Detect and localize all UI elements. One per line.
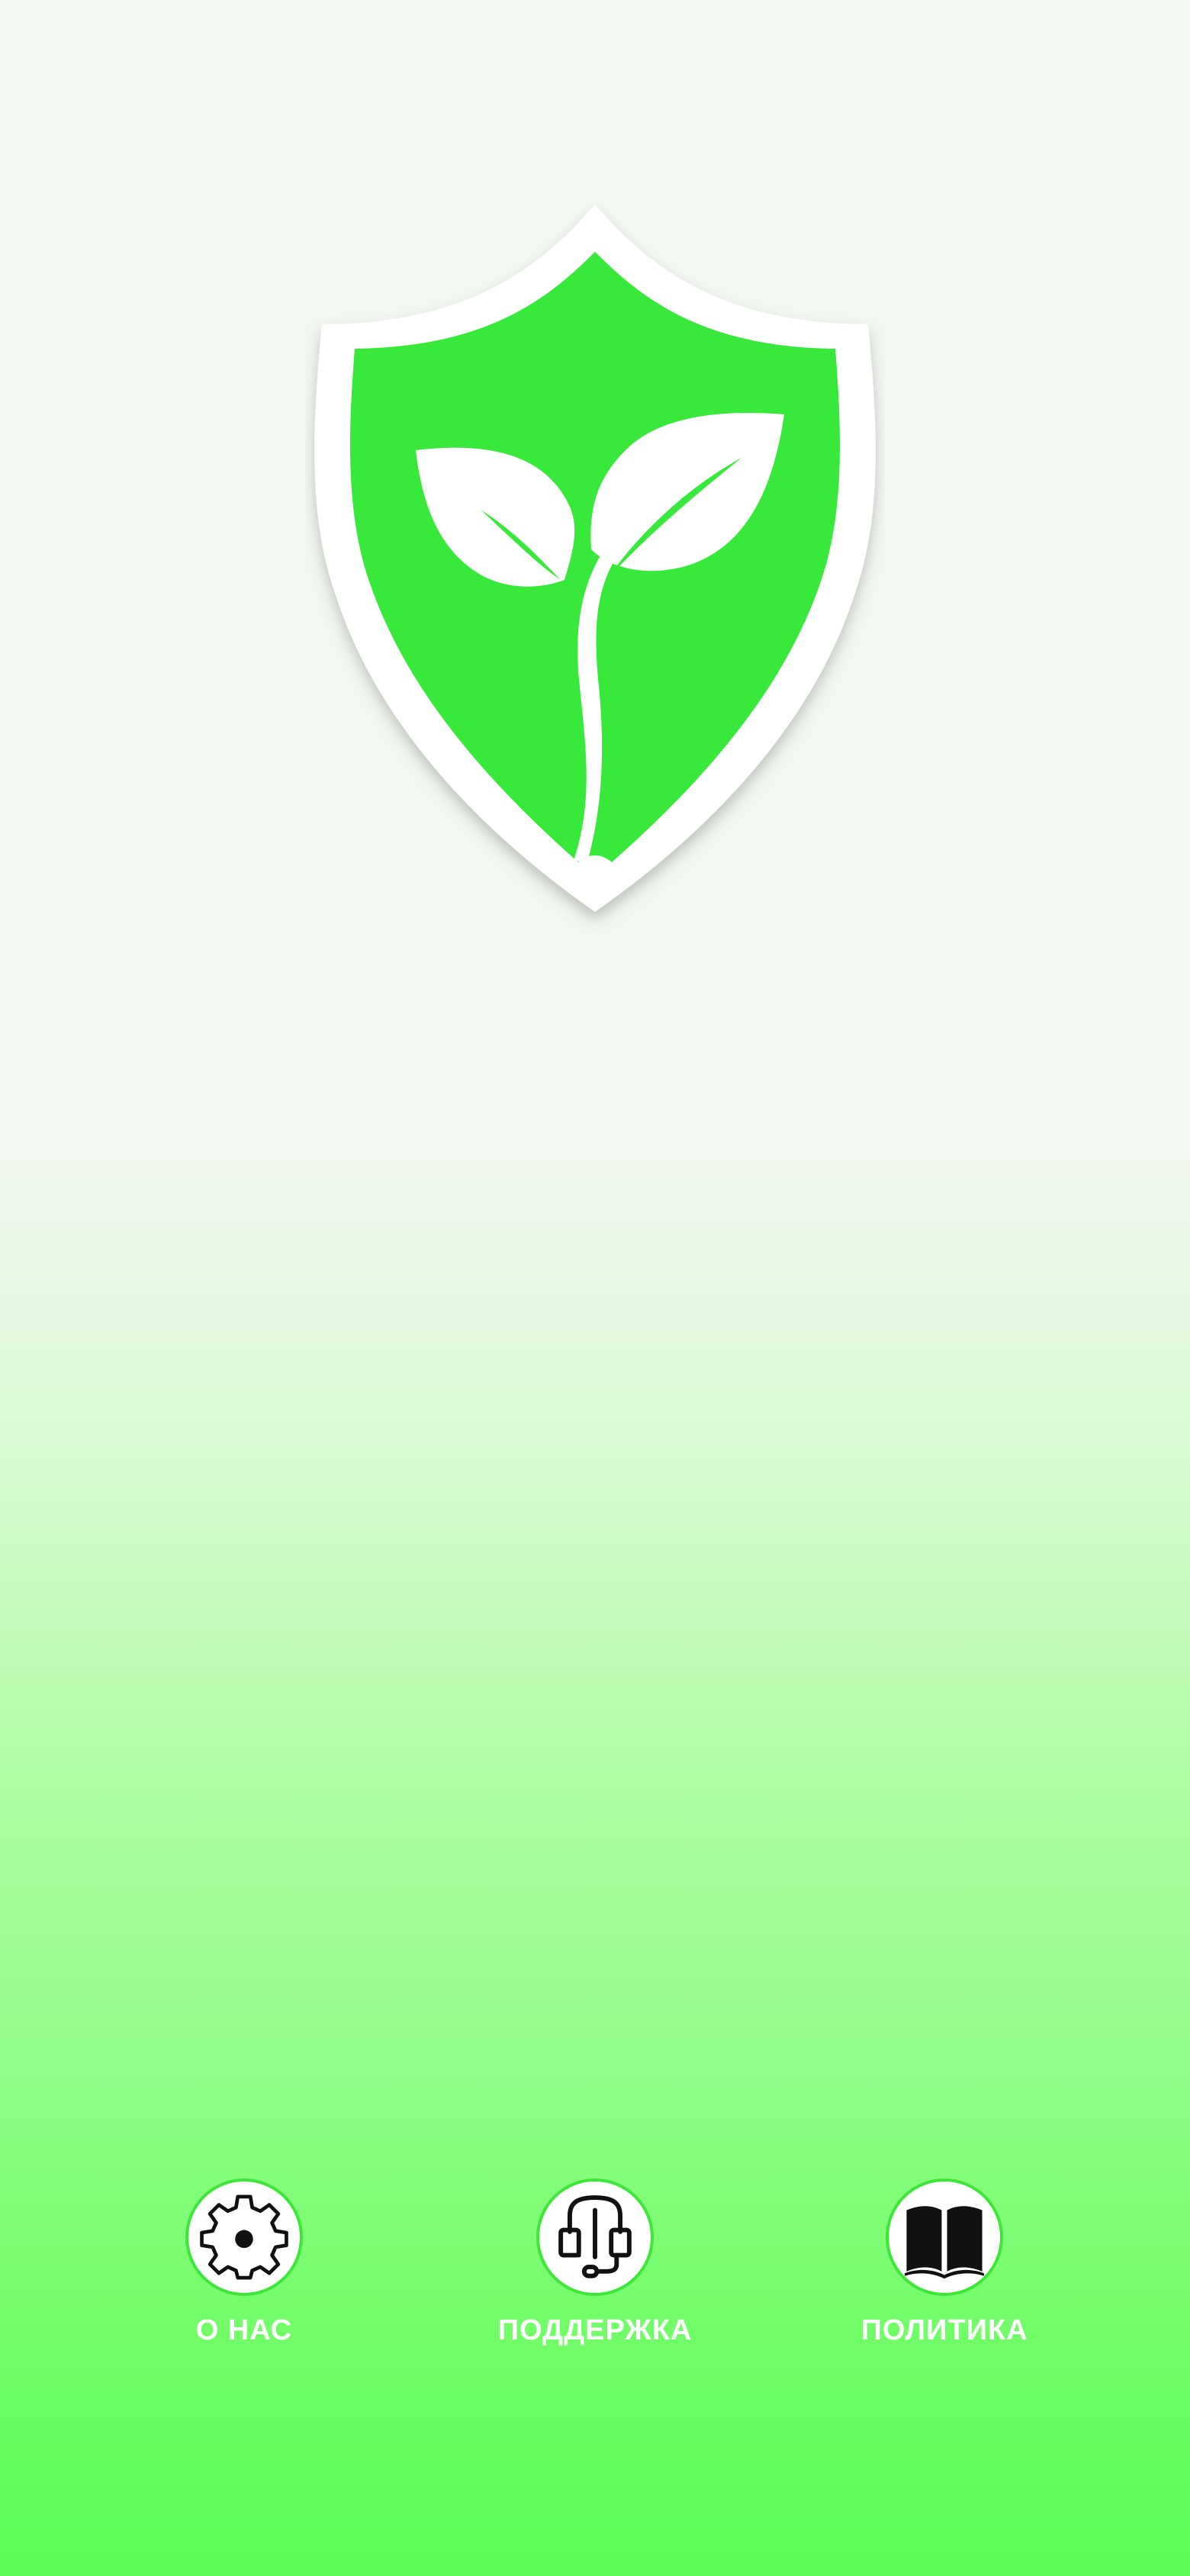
gear-icon [200,2194,288,2280]
about-button[interactable] [185,2178,303,2296]
nav-item-policy[interactable]: ПОЛИТИКА [830,2178,1059,2347]
app-logo [305,191,885,939]
headset-support-icon [558,2195,632,2278]
about-label[interactable]: О НАС [196,2314,293,2347]
nav-item-support[interactable]: ПОДДЕРЖКА [481,2178,709,2347]
policy-button[interactable] [886,2178,1003,2296]
shield-sprout-icon [314,204,876,912]
nav-item-about[interactable]: О НАС [130,2178,359,2347]
policy-label[interactable]: ПОЛИТИКА [860,2314,1028,2347]
support-button[interactable] [536,2178,654,2296]
support-label[interactable]: ПОДДЕРЖКА [498,2314,693,2347]
open-book-icon [905,2206,984,2279]
